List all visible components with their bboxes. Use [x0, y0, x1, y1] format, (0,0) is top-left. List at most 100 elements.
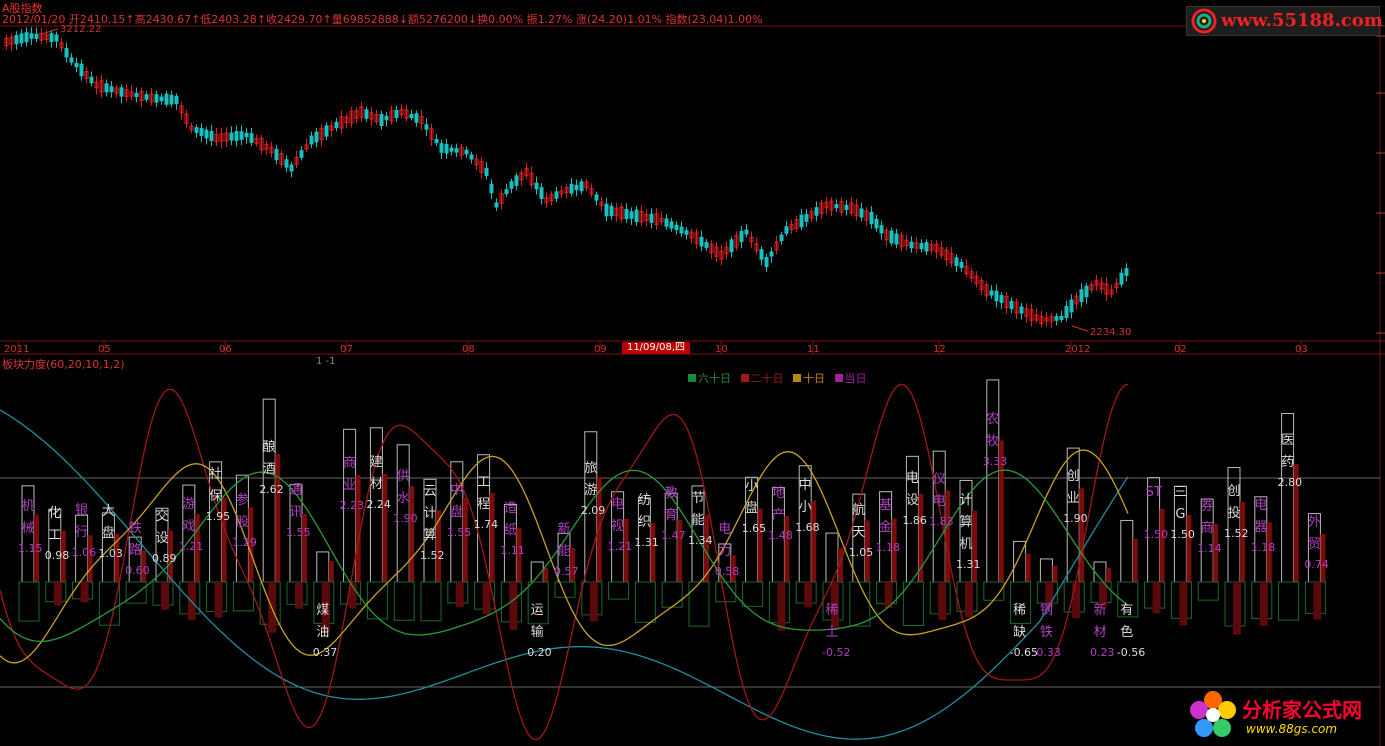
sector-value: 1.74 [473, 518, 499, 532]
sector-value: -0.65 [1009, 646, 1039, 659]
candle-body [454, 148, 459, 153]
sector-label: 机械 [21, 499, 35, 536]
sector-bar-negative [1233, 582, 1241, 635]
candle-body [539, 187, 544, 199]
sector-value: 1.52 [1224, 527, 1249, 541]
legend-item-60: 六十日 [688, 372, 731, 385]
site-logo-88gs[interactable]: 分析家公式网 www.88gs.com [1186, 688, 1382, 742]
sector-label: 基金 [879, 497, 893, 535]
sector-value: -0.56 [1116, 646, 1146, 659]
candle-body [464, 149, 469, 155]
sector-value: 1.50 [1170, 528, 1195, 541]
sector-label: 创投 [1227, 484, 1241, 522]
candle-body [989, 290, 994, 296]
sector-value: 1.06 [71, 545, 97, 559]
sector-label: 供水 [396, 469, 410, 506]
candle-body [54, 34, 59, 42]
sector-bar-outline [316, 551, 330, 583]
sector-label: 煤油 [316, 603, 330, 640]
month-label: 07 [340, 344, 353, 355]
sector-label: 教育 [664, 486, 678, 524]
month-label: 09 [594, 344, 607, 355]
sector-bar-sixty [98, 581, 120, 626]
candle-body [249, 133, 254, 143]
candle-body [879, 225, 884, 234]
candle-body [594, 194, 599, 201]
candle-body [74, 62, 79, 68]
sector-value: 1.55 [286, 526, 311, 539]
candle-body [334, 121, 339, 129]
sector-bar-twenty [302, 513, 307, 582]
candle-body [609, 205, 614, 217]
candle-body [634, 209, 639, 223]
sector-bar-twenty [1159, 508, 1165, 582]
sector-bar-negative [53, 582, 62, 606]
sector-value: 1.29 [232, 536, 257, 550]
sector-bar-negative [1152, 582, 1161, 614]
candle-body [784, 226, 789, 234]
candle-body [444, 144, 449, 154]
sector-label: 建材 [369, 455, 383, 493]
sector-label: 中小 [798, 477, 812, 515]
sector-label: 社保 [209, 467, 223, 504]
sector-value: 0.57 [554, 565, 579, 579]
sector-bar-twenty [1052, 565, 1058, 582]
brand-url: www.88gs.com [1246, 722, 1338, 736]
candle-body [869, 211, 874, 225]
month-label: 2011 [4, 344, 29, 355]
candle-body [924, 242, 929, 252]
sector-bar-negative [509, 582, 518, 630]
candle-body [289, 164, 294, 172]
candle-body [414, 113, 419, 123]
swirl-logo-icon [1191, 8, 1217, 34]
sector-value: 1.68 [795, 520, 820, 534]
sector-value: 1.90 [1063, 512, 1088, 525]
sector-bar-sixty [608, 581, 630, 600]
candle-body [1079, 289, 1084, 303]
candle-body [889, 230, 894, 244]
low-marker-line [1071, 325, 1089, 332]
candle-body [999, 295, 1004, 303]
candle-body [1119, 272, 1124, 285]
candle-body [34, 33, 39, 39]
sector-value: 0.60 [125, 564, 150, 577]
candle-body [534, 182, 539, 190]
quote-info-line: 2012/01/20 开2410.15↑高2430.67↑低2403.28↑收2… [2, 13, 763, 26]
sector-label: 游戏 [182, 496, 196, 534]
sector-bar-negative [1259, 582, 1268, 626]
candle-body [874, 218, 879, 229]
candle-body [69, 57, 74, 63]
sector-label: 交设 [155, 509, 169, 547]
sector-value: 1.15 [18, 542, 43, 555]
sector-bar-sixty [420, 581, 442, 622]
candle-body [79, 63, 84, 77]
candle-body [159, 96, 164, 102]
candle-body [579, 181, 584, 192]
sector-bar-negative [1313, 582, 1322, 620]
sector-value: 1.31 [634, 535, 659, 549]
sector-bar-sixty [742, 581, 764, 607]
sector-label: 稀缺 [1013, 603, 1027, 640]
candle-body [449, 147, 454, 152]
sector-value: 1.31 [956, 557, 981, 571]
sector-value: 1.95 [205, 510, 231, 523]
candle-body [229, 132, 234, 141]
sector-bar-outline [1039, 558, 1053, 583]
indicator-params: 1 -1 [316, 356, 336, 367]
candle-body [409, 113, 414, 119]
candle-body [109, 86, 114, 93]
candle-body [744, 229, 749, 235]
sector-bar-negative [589, 582, 598, 622]
candle-body [144, 94, 149, 100]
sector-label: 商业 [343, 455, 357, 493]
candle-body [239, 131, 244, 140]
candle-body [684, 230, 689, 235]
sector-label: 电力 [718, 521, 732, 559]
site-logo-55188[interactable]: www.55188.com [1186, 6, 1383, 36]
sector-label: 券商 [1200, 499, 1214, 537]
candle-body [909, 241, 914, 249]
sector-value: 0.74 [1304, 558, 1329, 572]
candle-body [764, 256, 769, 268]
flower-logo-icon [1190, 691, 1236, 737]
sector-label: 酿酒 [262, 440, 276, 478]
